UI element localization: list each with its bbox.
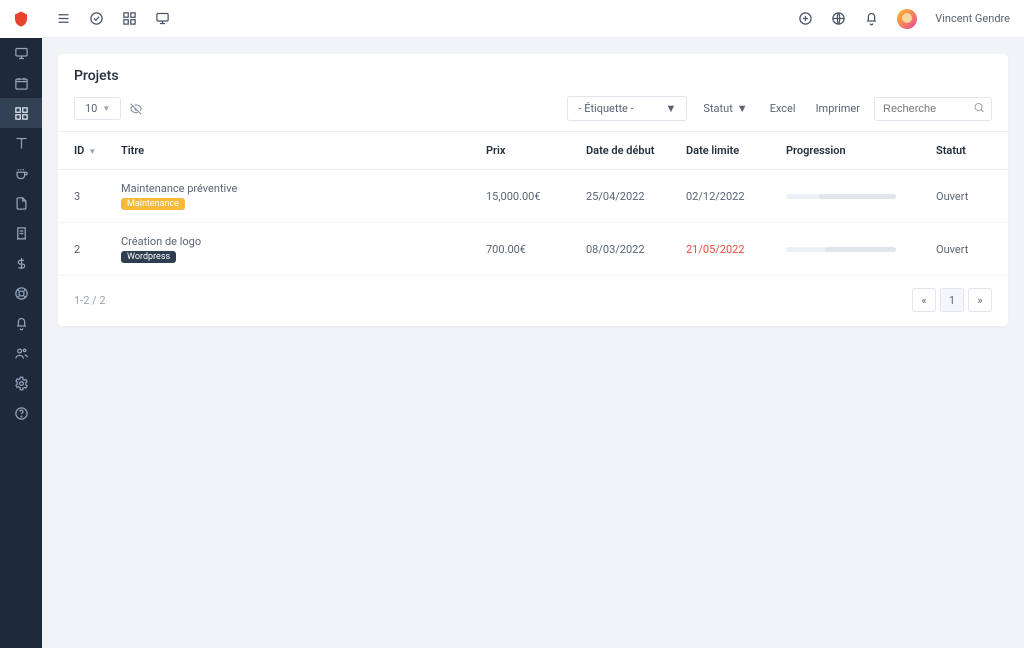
- monitor-icon: [155, 11, 170, 26]
- nav-dashboard[interactable]: [0, 38, 42, 68]
- sort-desc-icon: ▼: [88, 147, 96, 156]
- progress-bar: [786, 194, 896, 199]
- grid-icon: [122, 11, 137, 26]
- nav-billing[interactable]: [0, 248, 42, 278]
- search-icon: [973, 101, 985, 116]
- bell-icon: [864, 11, 879, 26]
- pagination-info: 1-2 / 2: [74, 294, 106, 307]
- coffee-icon: [14, 166, 29, 181]
- nav-support[interactable]: [0, 278, 42, 308]
- cell-start: 08/03/2022: [578, 223, 678, 276]
- cell-status: Ouvert: [928, 170, 1008, 223]
- calendar-icon: [14, 76, 29, 91]
- monitor-icon: [14, 46, 29, 61]
- nav-users[interactable]: [0, 338, 42, 368]
- eye-off-icon: [129, 102, 143, 116]
- projects-card: Projets 10 ▼ - Étiquette - ▼ Statut ▼: [58, 54, 1008, 326]
- nav-calendar[interactable]: [0, 68, 42, 98]
- display-shortcut[interactable]: [155, 11, 170, 26]
- print-button[interactable]: Imprimer: [810, 98, 866, 119]
- progress-bar: [786, 247, 896, 252]
- nav-receipt[interactable]: [0, 218, 42, 248]
- col-progress[interactable]: Progression: [778, 132, 928, 170]
- cell-price: 15,000.00€: [478, 170, 578, 223]
- table-row[interactable]: 3 Maintenance préventive Maintenance 15,000…: [58, 170, 1008, 223]
- col-deadline[interactable]: Date limite: [678, 132, 778, 170]
- pager: « 1 »: [912, 288, 992, 312]
- col-start[interactable]: Date de début: [578, 132, 678, 170]
- page-size-value: 10: [85, 102, 97, 115]
- nav-coffee[interactable]: [0, 158, 42, 188]
- chevron-down-icon: ▼: [666, 102, 677, 115]
- project-title-link[interactable]: Maintenance préventive: [121, 182, 470, 195]
- cell-title: Création de logo Wordpress: [113, 223, 478, 276]
- export-excel-button[interactable]: Excel: [764, 98, 802, 119]
- projects-table: ID▼ Titre Prix Date de début Date limite…: [58, 131, 1008, 276]
- col-id[interactable]: ID▼: [58, 132, 113, 170]
- brand-logo-icon: [12, 10, 30, 28]
- gear-icon: [14, 376, 29, 391]
- nav-settings[interactable]: [0, 368, 42, 398]
- project-tag: Maintenance: [121, 198, 185, 210]
- table-row[interactable]: 2 Création de logo Wordpress 700.00€08/03/2…: [58, 223, 1008, 276]
- users-icon: [14, 346, 29, 361]
- nav-projects[interactable]: [0, 98, 42, 128]
- col-price[interactable]: Prix: [478, 132, 578, 170]
- pager-first[interactable]: «: [912, 288, 936, 312]
- col-title[interactable]: Titre: [113, 132, 478, 170]
- cell-start: 25/04/2022: [578, 170, 678, 223]
- status-filter[interactable]: Statut ▼: [695, 98, 755, 119]
- receipt-icon: [14, 226, 29, 241]
- file-icon: [14, 196, 29, 211]
- help-icon: [14, 406, 29, 421]
- col-status[interactable]: Statut: [928, 132, 1008, 170]
- status-filter-label: Statut: [703, 102, 732, 115]
- label-filter[interactable]: - Étiquette - ▼: [567, 96, 687, 121]
- nav-docs[interactable]: [0, 128, 42, 158]
- apps-shortcut[interactable]: [122, 11, 137, 26]
- chevron-down-icon: ▼: [102, 104, 110, 113]
- cell-price: 700.00€: [478, 223, 578, 276]
- cell-status: Ouvert: [928, 223, 1008, 276]
- cell-deadline: 21/05/2022: [678, 223, 778, 276]
- book-icon: [14, 136, 29, 151]
- pager-page-1[interactable]: 1: [940, 288, 964, 312]
- bell-icon: [14, 316, 29, 331]
- notifications-button[interactable]: [864, 11, 879, 26]
- topbar: Vincent Gendre: [42, 0, 1024, 38]
- check-circle-icon: [89, 11, 104, 26]
- hide-columns-button[interactable]: [129, 102, 143, 116]
- plus-circle-icon: [798, 11, 813, 26]
- cell-id: 2: [58, 223, 113, 276]
- cell-id: 3: [58, 170, 113, 223]
- cell-title: Maintenance préventive Maintenance: [113, 170, 478, 223]
- label-filter-value: - Étiquette -: [578, 102, 633, 115]
- nav-help[interactable]: [0, 398, 42, 428]
- tasks-shortcut[interactable]: [89, 11, 104, 26]
- toolbar: 10 ▼ - Étiquette - ▼ Statut ▼ Excel Impr…: [58, 96, 1008, 131]
- dollar-icon: [14, 256, 29, 271]
- language-button[interactable]: [831, 11, 846, 26]
- menu-icon: [56, 11, 71, 26]
- cell-deadline: 02/12/2022: [678, 170, 778, 223]
- globe-icon: [831, 11, 846, 26]
- nav-file[interactable]: [0, 188, 42, 218]
- sidebar: [0, 0, 42, 648]
- chevron-down-icon: ▼: [737, 102, 748, 115]
- pager-last[interactable]: »: [968, 288, 992, 312]
- cell-progress: [778, 223, 928, 276]
- page-size-select[interactable]: 10 ▼: [74, 97, 121, 120]
- menu-toggle[interactable]: [56, 11, 71, 26]
- project-title-link[interactable]: Création de logo: [121, 235, 470, 248]
- nav-notifications[interactable]: [0, 308, 42, 338]
- add-button[interactable]: [798, 11, 813, 26]
- avatar[interactable]: [897, 9, 917, 29]
- cell-progress: [778, 170, 928, 223]
- project-tag: Wordpress: [121, 251, 176, 263]
- logo[interactable]: [0, 0, 42, 38]
- username[interactable]: Vincent Gendre: [935, 12, 1010, 25]
- lifebuoy-icon: [14, 286, 29, 301]
- grid-icon: [14, 106, 29, 121]
- page-title: Projets: [58, 68, 1008, 96]
